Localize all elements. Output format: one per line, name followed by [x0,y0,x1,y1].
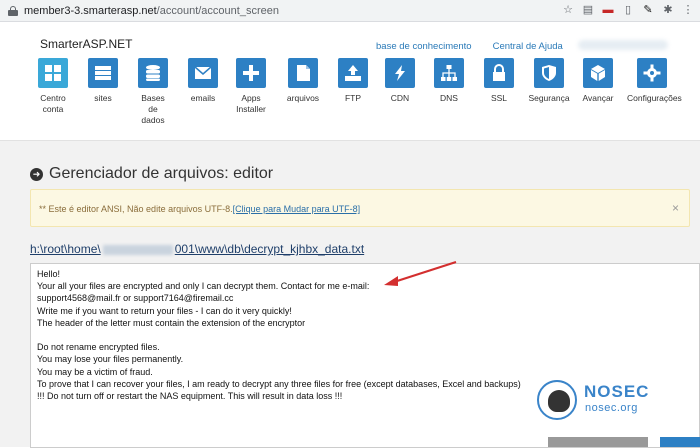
arrow-circle-icon: ➜ [30,167,43,181]
shield-icon [534,58,564,88]
help-center-link[interactable]: Central de Ajuda [493,41,563,52]
nav-tile-envelope[interactable]: emails [178,58,228,104]
nav-tile-sitemap[interactable]: DNS [424,58,474,104]
nav-tile-grid[interactable]: Centro conta [28,58,78,115]
file-editor-textarea[interactable]: Hello! Your all your files are encrypted … [30,263,700,448]
editor-line: support4568@mail.fr or support7164@firem… [37,293,234,304]
grid-icon [38,58,68,88]
nav-tile-label: DNS [440,93,458,103]
nav-tile-file[interactable]: arquivos [278,58,328,104]
nav-tile-label: FTP [344,93,362,103]
gear-icon [637,58,667,88]
browser-toolbar-icons: ☆ ▤ ▬ ▯ ✎ ✱ ⋮ [562,4,694,16]
nav-tile-label: Bases de dados [141,93,165,125]
save-button[interactable] [660,437,700,447]
bolt-icon [385,58,415,88]
nav-tile-label: Segurança [528,93,570,103]
nav-tile-plus[interactable]: Apps Installer [226,58,276,115]
nav-tile-label: Centro conta [40,93,66,114]
nav-tile-label: arquivos [286,93,320,103]
editor-line: You may lose your files permanently. [37,354,184,365]
watermark-domain: nosec.org [585,402,638,414]
browser-url-bar[interactable]: member3-3.smarterasp.net/account/account… [0,0,700,22]
ansi-alert: ** Este é editor ANSI, Não edite arquivo… [30,189,690,227]
redacted-username [578,40,668,50]
sitemap-icon [434,58,464,88]
extension-icon[interactable]: ▤ [582,4,594,16]
editor-line: You may be a victim of fraud. [37,366,153,377]
star-icon[interactable]: ☆ [562,4,574,16]
nav-tile-label: emails [190,93,216,103]
nav-tile-server[interactable]: sites [78,58,128,104]
cube-icon [583,58,613,88]
pen-icon[interactable]: ✎ [642,4,654,16]
nav-tile-label: Apps Installer [236,93,266,114]
editor-line: Hello! [37,269,61,279]
editor-line: Do not rename encrypted files. [37,342,160,353]
nav-tile-label: Avançar [582,93,614,103]
nav-tile-label: CDN [390,93,410,103]
lock-icon [8,5,18,16]
nosec-watermark: NOSEC nosec.org [537,380,667,420]
watermark-name: NOSEC [584,382,650,401]
page-title: ➜ Gerenciador de arquivos: editor [30,165,273,183]
file-icon [288,58,318,88]
nav-tile-label: sites [94,93,112,103]
nav-tile-upload[interactable]: FTP [328,58,378,104]
nav-tile-label: SSL [490,93,508,103]
nosec-logo-icon [537,380,577,420]
annotation-arrow-icon [384,260,457,286]
cancel-button[interactable] [548,437,648,447]
editor-line: The header of the letter must contain th… [37,317,306,328]
mail-icon[interactable]: ▬ [602,4,614,16]
nav-tile-bolt[interactable]: CDN [375,58,425,104]
url-text[interactable]: member3-3.smarterasp.net/account/account… [24,5,279,17]
switch-utf8-link[interactable]: [Clique para Mudar para UTF-8] [233,204,361,214]
nav-tile-shield[interactable]: Segurança [524,58,574,104]
nav-tile-gear[interactable]: Configurações [627,58,682,104]
reader-icon[interactable]: ▯ [622,4,634,16]
plus-icon [236,58,266,88]
nav-tile-label: Configurações [627,93,682,103]
database-icon [138,58,168,88]
editor-line: Your all your files are encrypted and on… [37,281,370,292]
brand-name: SmarterASP.NET [40,37,133,51]
envelope-icon [188,58,218,88]
close-icon[interactable]: × [672,201,679,215]
nav-tile-lock[interactable]: SSL [474,58,524,104]
file-path-link[interactable]: h:\root\home\ 001\www\db\decrypt_kjhbx_da… [30,242,364,256]
upload-icon [338,58,368,88]
nav-tile-database[interactable]: Bases de dados [128,58,178,126]
server-icon [88,58,118,88]
alert-text: ** Este é editor ANSI, Não edite arquivo… [39,204,233,214]
knowledge-base-link[interactable]: base de conhecimento [376,41,472,52]
editor-line: Write me if you want to return your file… [37,305,292,316]
redacted-path-segment [102,244,173,255]
lock-icon [484,58,514,88]
nav-tile-cube[interactable]: Avançar [573,58,623,104]
top-links: base de conhecimento Central de Ajuda [376,41,563,52]
menu-icon[interactable]: ⋮ [682,4,694,16]
site-header: SmarterASP.NET base de conhecimento Cent… [0,23,700,135]
puzzle-icon[interactable]: ✱ [662,4,674,16]
